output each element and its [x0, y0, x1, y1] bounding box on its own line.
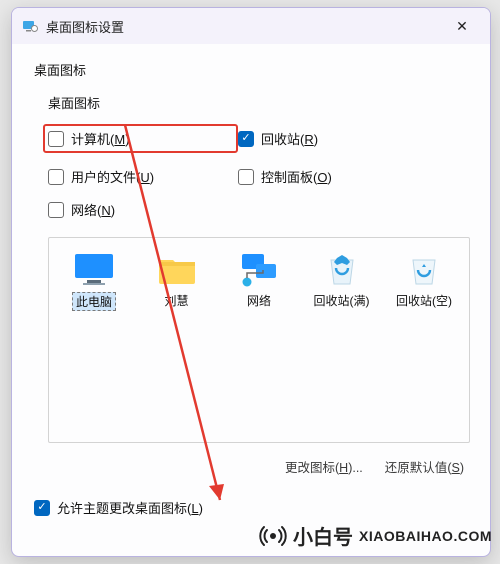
checkbox-allow-theme[interactable]: 允许主题更改桌面图标(L)	[34, 498, 470, 517]
icon-user-folder[interactable]: 刘慧	[140, 250, 214, 311]
recyclebin-empty-icon	[401, 250, 447, 288]
icon-this-pc[interactable]: 此电脑	[57, 250, 131, 311]
checkbox-icon	[238, 169, 254, 185]
checkbox-label: 用户的文件(U)	[71, 167, 154, 186]
icon-label: 回收站(满)	[311, 292, 373, 309]
button-row: 更改图标(H)... 还原默认值(S)	[48, 457, 470, 476]
icon-recyclebin-full[interactable]: 回收站(满)	[305, 250, 379, 311]
recyclebin-full-icon	[319, 250, 365, 288]
checkbox-label: 回收站(R)	[261, 129, 318, 148]
icon-network[interactable]: 网络	[222, 250, 296, 311]
section-label: 桌面图标	[34, 60, 470, 79]
icon-label: 回收站(空)	[393, 292, 455, 309]
app-icon	[22, 18, 38, 34]
checkbox-network[interactable]: 网络(N)	[48, 200, 238, 219]
checkbox-label: 控制面板(O)	[261, 167, 332, 186]
watermark-cn: 小白号	[293, 521, 353, 550]
checkbox-icon	[34, 500, 50, 516]
settings-window: 桌面图标设置 ✕ 桌面图标 桌面图标 计算机(M) 回收站(R)	[11, 7, 491, 557]
icon-label: 此电脑	[72, 292, 116, 311]
checkbox-icon	[48, 131, 64, 147]
change-icon-button[interactable]: 更改图标(H)...	[285, 457, 363, 476]
folder-icon	[154, 250, 200, 288]
monitor-icon	[71, 250, 117, 288]
icon-preview-panel: 此电脑 刘慧	[48, 237, 470, 443]
icon-label: 网络	[244, 292, 274, 309]
checkbox-userfiles[interactable]: 用户的文件(U)	[48, 167, 238, 186]
checkbox-label: 允许主题更改桌面图标(L)	[57, 498, 203, 517]
watermark-logo: 小白号 XIAOBAIHAO.COM	[259, 521, 492, 550]
checkbox-grid: 计算机(M) 回收站(R) 用户的文件(U)	[48, 124, 470, 219]
watermark-en: XIAOBAIHAO.COM	[359, 528, 492, 544]
icon-row: 此电脑 刘慧	[57, 250, 461, 311]
network-icon	[236, 250, 282, 288]
window-title: 桌面图标设置	[46, 17, 442, 36]
group-label: 桌面图标	[48, 93, 470, 112]
checkbox-label: 计算机(M)	[71, 129, 130, 148]
checkbox-computer[interactable]: 计算机(M)	[43, 124, 238, 153]
checkbox-icon	[48, 202, 64, 218]
restore-defaults-button[interactable]: 还原默认值(S)	[385, 457, 464, 476]
titlebar[interactable]: 桌面图标设置 ✕	[12, 8, 490, 44]
checkbox-icon	[48, 169, 64, 185]
icon-label: 刘慧	[161, 292, 191, 309]
checkbox-recyclebin[interactable]: 回收站(R)	[238, 124, 428, 153]
broadcast-icon	[259, 522, 287, 550]
icon-recyclebin-empty[interactable]: 回收站(空)	[387, 250, 461, 311]
window-content: 桌面图标 桌面图标 计算机(M) 回收站(R)	[12, 44, 490, 529]
checkbox-label: 网络(N)	[71, 200, 115, 219]
checkbox-controlpanel[interactable]: 控制面板(O)	[238, 167, 428, 186]
checkbox-icon	[238, 131, 254, 147]
close-button[interactable]: ✕	[442, 18, 482, 35]
